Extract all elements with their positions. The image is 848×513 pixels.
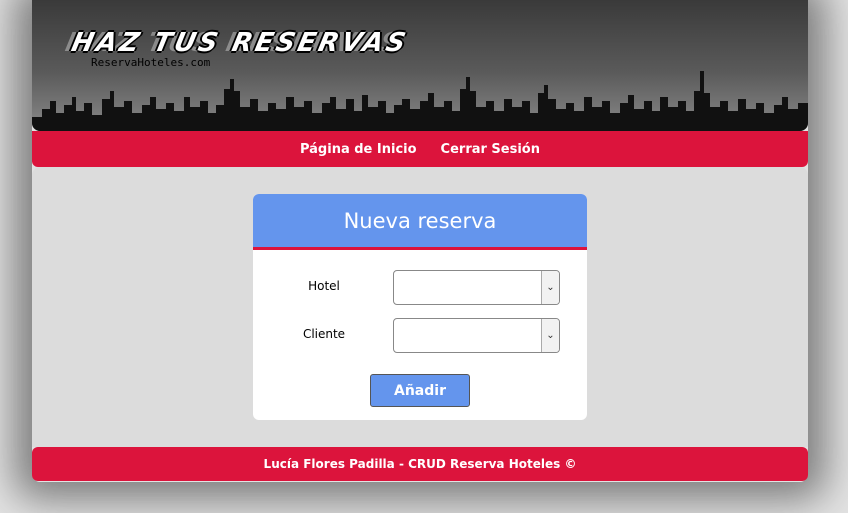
site-header: HAZ TUS RESERVAS ReservaHoteles.com (32, 0, 808, 131)
form-title: Nueva reserva (343, 208, 497, 233)
hotel-label: Hotel (308, 279, 340, 293)
cliente-label: Cliente (302, 327, 346, 341)
main-nav: Página de Inicio Cerrar Sesión (32, 131, 808, 167)
skyline-image (32, 71, 808, 131)
chevron-down-icon: ⌄ (541, 271, 559, 304)
add-button[interactable]: Añadir (370, 374, 470, 407)
nav-link-home[interactable]: Página de Inicio (300, 142, 417, 157)
chevron-down-icon: ⌄ (541, 319, 559, 352)
footer-text: Lucía Flores Padilla - CRUD Reserva Hote… (263, 457, 577, 471)
reservation-form-card: Nueva reserva Hotel ⌄ Cliente ⌄ Añadir (253, 194, 587, 420)
cliente-row: Cliente ⌄ (253, 318, 587, 354)
nav-link-logout[interactable]: Cerrar Sesión (441, 142, 540, 157)
site-footer: Lucía Flores Padilla - CRUD Reserva Hote… (32, 447, 808, 481)
hotel-select[interactable]: ⌄ (393, 270, 560, 305)
form-header: Nueva reserva (253, 194, 587, 250)
cliente-select[interactable]: ⌄ (393, 318, 560, 353)
hotel-row: Hotel ⌄ (253, 270, 587, 306)
